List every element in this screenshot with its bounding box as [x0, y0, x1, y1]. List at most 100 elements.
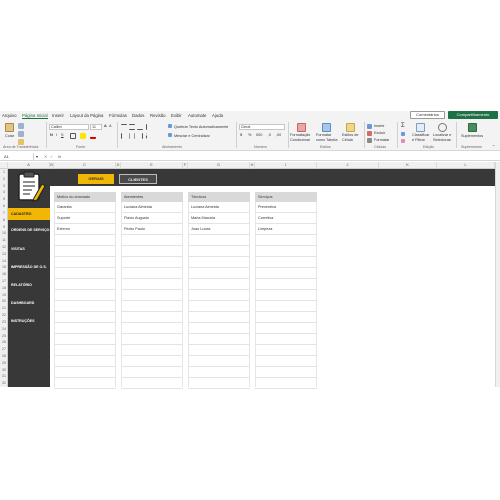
formula-input[interactable]: [66, 153, 486, 160]
list-item[interactable]: Pedro Paulo: [121, 224, 183, 235]
row-header[interactable]: 8: [0, 217, 8, 224]
sidebar-item-cadastro[interactable]: CADASTRO: [8, 208, 50, 220]
menu-tab[interactable]: Layout da Página: [70, 112, 103, 119]
empty-cell[interactable]: [54, 323, 116, 334]
align-bottom-icon[interactable]: [137, 124, 143, 130]
empty-cell[interactable]: [54, 345, 116, 356]
cell-styles-icon[interactable]: [346, 123, 355, 132]
merge-icon[interactable]: [168, 133, 172, 137]
autosum-icon[interactable]: Σ: [401, 123, 405, 129]
row-header[interactable]: 7: [0, 210, 8, 217]
list-item[interactable]: Limpeza: [255, 224, 317, 235]
empty-cell[interactable]: [188, 279, 250, 290]
row-header[interactable]: 24: [0, 326, 8, 333]
list-item[interactable]: Joao Lucas: [188, 224, 250, 235]
select-all-corner[interactable]: [0, 162, 8, 169]
empty-cell[interactable]: [255, 279, 317, 290]
empty-cell[interactable]: [121, 268, 183, 279]
grow-font-icon[interactable]: A: [104, 124, 107, 128]
row-header[interactable]: 3: [0, 183, 8, 190]
insert-cells-button[interactable]: Inserir: [374, 124, 385, 128]
empty-cell[interactable]: [54, 312, 116, 323]
row-header[interactable]: 12: [0, 244, 8, 251]
enter-icon[interactable]: ✓: [50, 153, 53, 160]
align-center-icon[interactable]: [129, 133, 135, 139]
sidebar-item-ordens-de-servico[interactable]: ORDENS DE SERVIÇO: [8, 224, 50, 236]
menu-tab[interactable]: Exibir: [171, 112, 182, 119]
row-header[interactable]: 17: [0, 278, 8, 285]
align-left-icon[interactable]: [121, 133, 127, 139]
menu-tab[interactable]: Inserir: [52, 112, 64, 119]
paste-label[interactable]: Colar: [5, 134, 14, 138]
empty-cell[interactable]: [54, 301, 116, 312]
shrink-font-icon[interactable]: A: [109, 124, 112, 128]
menu-tab[interactable]: Ajuda: [212, 112, 223, 119]
row-header[interactable]: 22: [0, 312, 8, 319]
sidebar-item-impressao-de-os[interactable]: IMPRESSÃO DE O.S.: [8, 261, 50, 273]
italic-icon[interactable]: I: [56, 133, 57, 137]
conditional-formatting-button[interactable]: Formatação Condicional: [290, 133, 314, 142]
empty-cell[interactable]: [255, 367, 317, 378]
insert-cells-icon[interactable]: [367, 124, 372, 129]
empty-cell[interactable]: [188, 301, 250, 312]
empty-cell[interactable]: [54, 279, 116, 290]
row-header[interactable]: 26: [0, 339, 8, 346]
sidebar-item-instrucoes[interactable]: INSTRUÇÕES: [8, 315, 50, 327]
cancel-icon[interactable]: ✕: [44, 153, 47, 160]
row-header[interactable]: 6: [0, 203, 8, 210]
list-item[interactable]: Suporte: [54, 213, 116, 224]
empty-cell[interactable]: [54, 257, 116, 268]
insert-function-icon[interactable]: fx: [58, 153, 61, 160]
empty-cell[interactable]: [121, 301, 183, 312]
empty-cell[interactable]: [188, 268, 250, 279]
collapse-ribbon-icon[interactable]: ⌃: [492, 144, 495, 149]
sidebar-item-relatorio[interactable]: RELATÓRIO: [8, 279, 50, 291]
addins-button[interactable]: Suplementos: [461, 134, 483, 138]
row-header[interactable]: 15: [0, 264, 8, 271]
empty-cell[interactable]: [121, 345, 183, 356]
row-header[interactable]: 30: [0, 367, 8, 374]
menu-tab[interactable]: Arquivo: [2, 112, 17, 119]
percent-icon[interactable]: %: [248, 133, 251, 137]
empty-cell[interactable]: [255, 312, 317, 323]
increase-decimal-icon[interactable]: ,0: [268, 133, 271, 137]
row-header[interactable]: 18: [0, 285, 8, 292]
empty-cell[interactable]: [188, 290, 250, 301]
bold-icon[interactable]: N: [50, 133, 53, 137]
cut-icon[interactable]: [18, 123, 24, 129]
align-right-icon[interactable]: [137, 133, 143, 139]
empty-cell[interactable]: [188, 312, 250, 323]
row-header[interactable]: 20: [0, 298, 8, 305]
list-item[interactable]: Garantia: [54, 202, 116, 213]
row-header[interactable]: 21: [0, 305, 8, 312]
empty-cell[interactable]: [54, 356, 116, 367]
empty-cell[interactable]: [188, 323, 250, 334]
empty-cell[interactable]: [255, 345, 317, 356]
vertical-scrollbar[interactable]: [495, 162, 500, 387]
empty-cell[interactable]: [54, 268, 116, 279]
wrap-text-button[interactable]: Quebrar Texto Automaticamente: [174, 125, 228, 129]
empty-cell[interactable]: [255, 268, 317, 279]
row-header[interactable]: 14: [0, 258, 8, 265]
row-header[interactable]: 5: [0, 196, 8, 203]
empty-cell[interactable]: [188, 345, 250, 356]
empty-cell[interactable]: [188, 356, 250, 367]
thousands-icon[interactable]: 000: [256, 133, 262, 137]
sort-filter-icon[interactable]: [416, 123, 425, 132]
empty-cell[interactable]: [188, 246, 250, 257]
empty-cell[interactable]: [121, 378, 183, 389]
wrap-text-icon[interactable]: [168, 124, 172, 128]
copy-icon[interactable]: [18, 131, 24, 137]
empty-cell[interactable]: [121, 323, 183, 334]
empty-cell[interactable]: [255, 246, 317, 257]
empty-cell[interactable]: [121, 257, 183, 268]
gerais-button[interactable]: GERAIS: [78, 174, 114, 184]
empty-cell[interactable]: [255, 235, 317, 246]
paste-icon[interactable]: [5, 123, 14, 132]
clientes-button[interactable]: CLIENTES: [119, 174, 157, 184]
row-header[interactable]: 19: [0, 292, 8, 299]
row-header[interactable]: 4: [0, 189, 8, 196]
empty-cell[interactable]: [121, 356, 183, 367]
empty-cell[interactable]: [54, 378, 116, 389]
currency-icon[interactable]: $: [240, 133, 242, 137]
